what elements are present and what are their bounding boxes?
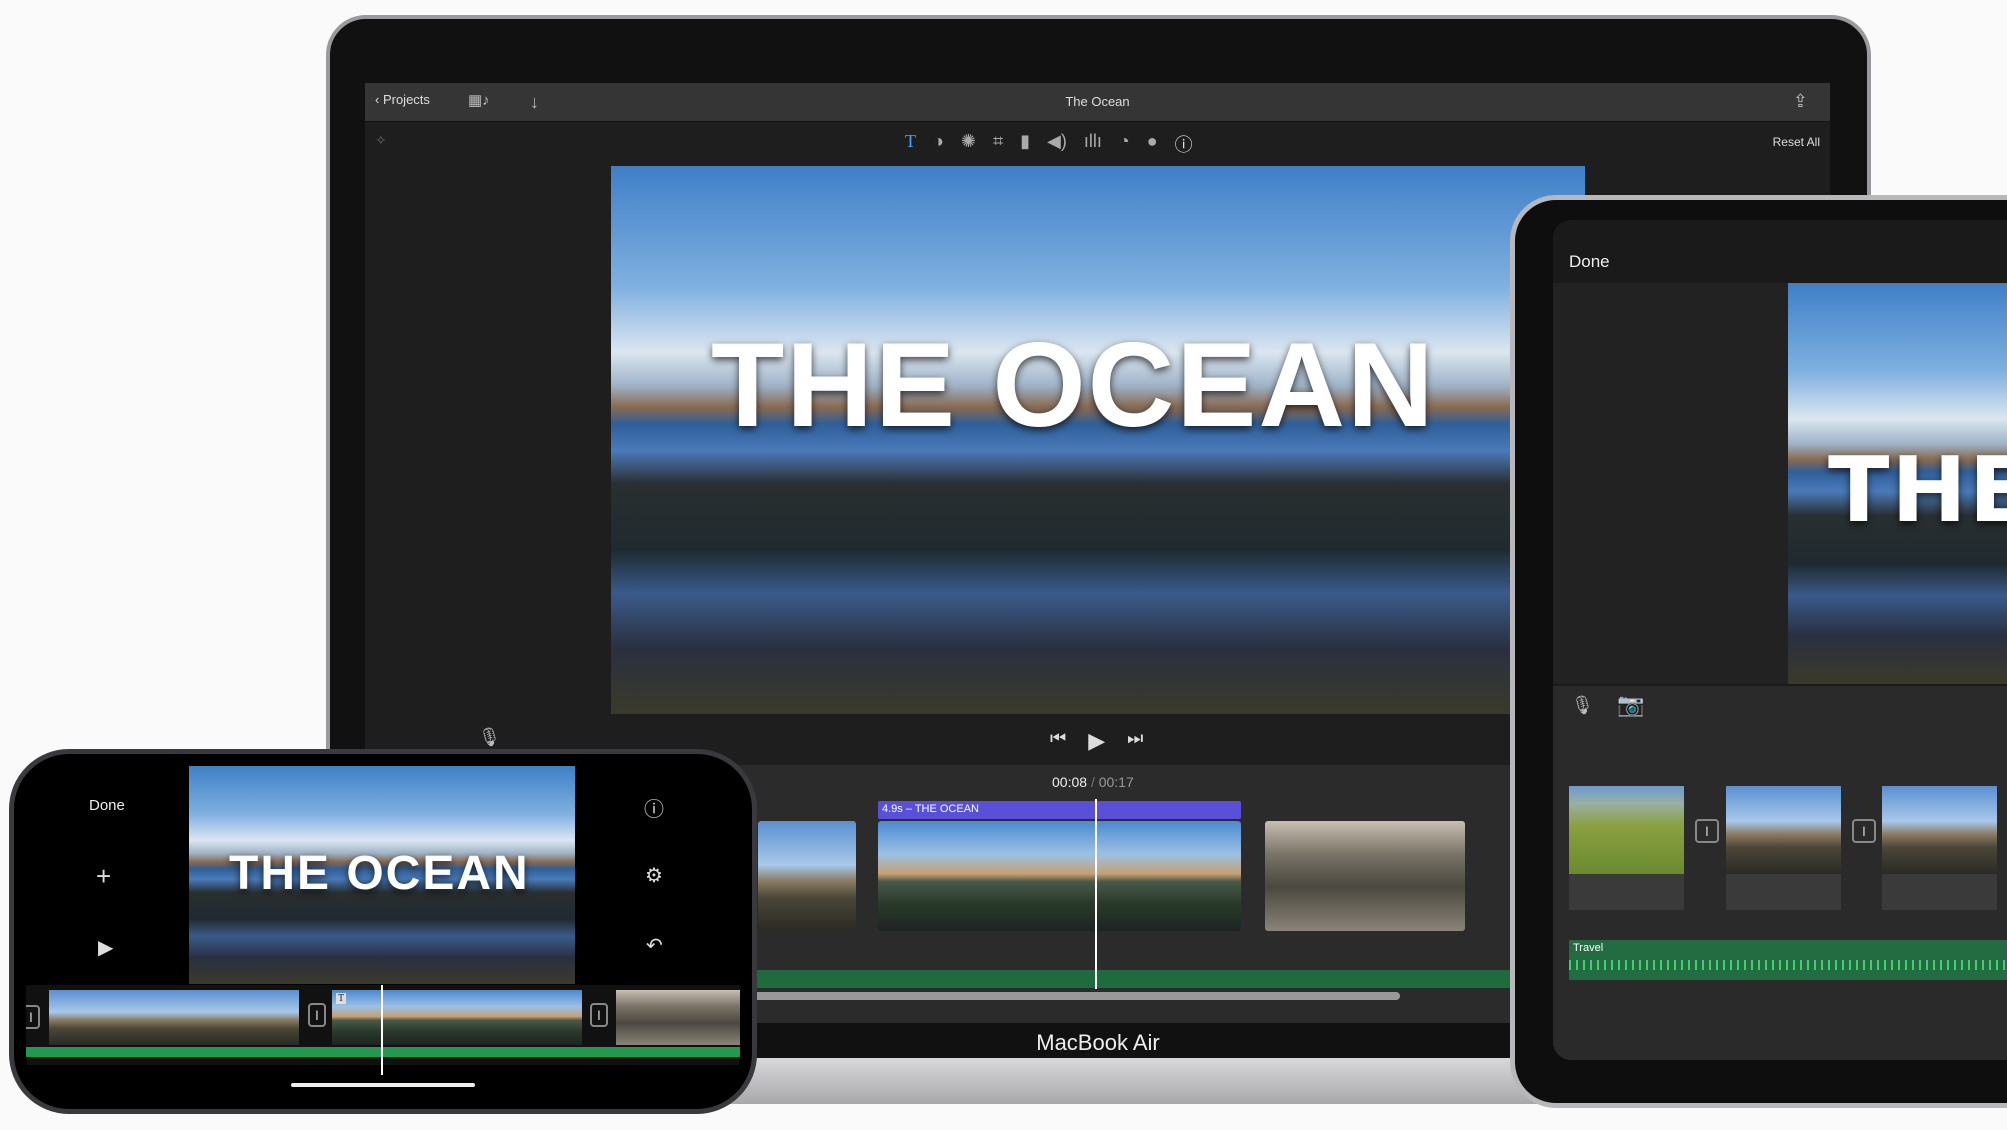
clip-thumbnail[interactable] [1265, 821, 1465, 931]
camera-icon[interactable]: 📷 [1617, 694, 1644, 716]
microphone-icon[interactable]: 🎙 [1571, 696, 1594, 714]
clip-thumbnail[interactable] [758, 821, 856, 931]
play-icon[interactable]: ▶ [1088, 728, 1105, 754]
video-preview: THE OCEAN [611, 166, 1585, 714]
magic-wand-icon[interactable]: ✧ [375, 133, 387, 147]
audio-waveform [1882, 874, 1997, 910]
help-icon[interactable]: ⓘ [644, 793, 664, 822]
audio-track[interactable] [26, 1047, 740, 1057]
transition-handle[interactable]: I [1695, 819, 1719, 843]
settings-icon[interactable]: ⚙ [645, 863, 663, 888]
total-time: 00:17 [1098, 774, 1134, 790]
ipad-timeline: 🎙 📷 I I Travel [1553, 686, 2007, 1060]
preview-title: THE OCEAN [711, 318, 1436, 452]
audio-waveform [1569, 874, 1684, 910]
clip-thumbnail[interactable] [1569, 786, 1684, 874]
clip-thumbnail[interactable] [1882, 786, 1997, 874]
current-time: 00:08 [1052, 774, 1088, 790]
ipad-preview-title: THE [1828, 438, 2007, 543]
speed-icon[interactable]: ◔ [1119, 131, 1130, 157]
stabilization-icon[interactable]: ▮ [1020, 131, 1030, 157]
done-button[interactable]: Done [1569, 252, 1610, 272]
skip-forward-icon[interactable]: ⏭ [1127, 728, 1143, 754]
reset-all-button[interactable]: Reset All [1773, 135, 1820, 149]
volume-icon[interactable]: ◀) [1047, 131, 1067, 157]
adjust-toolbar: T ◑ ✺ ⌗ ▮ ◀) ıllı ◔ ● ⓘ [905, 131, 1193, 157]
music-track-label: Travel [1573, 942, 1604, 954]
ipad-video-preview: THE [1788, 283, 2007, 684]
iphone-screen: Done + ▶ THE OCEAN ⓘ ⚙ ↶ I I T I [26, 765, 740, 1095]
transition-handle[interactable]: I [308, 1003, 326, 1027]
info-icon[interactable]: ⓘ [1175, 131, 1193, 157]
undo-icon[interactable]: ↶ [646, 933, 663, 958]
title-icon[interactable]: T [905, 131, 916, 157]
filter-icon[interactable]: ● [1147, 131, 1158, 157]
equalizer-icon[interactable]: ıllı [1084, 131, 1102, 157]
iphone-preview-title: THE OCEAN [229, 847, 530, 900]
transition-handle[interactable]: I [590, 1003, 608, 1027]
title-bar: ‹ Projects ▦♪ ↓ The Ocean ⇪ [365, 83, 1830, 122]
clip-thumbnail[interactable] [878, 821, 1241, 931]
title-clip-bar[interactable]: 4.9s – THE OCEAN [878, 801, 1241, 819]
clip-thumbnail[interactable] [1726, 786, 1841, 874]
audio-waveform [1726, 874, 1841, 910]
title-icon: T [336, 993, 347, 1004]
ipad-left-panel [1553, 283, 1788, 684]
color-balance-icon[interactable]: ◑ [933, 131, 944, 157]
home-indicator [291, 1083, 475, 1087]
crop-icon[interactable]: ⌗ [993, 131, 1003, 157]
transition-handle[interactable]: I [26, 1005, 40, 1029]
iphone-timeline: I I T I [26, 985, 740, 1075]
add-icon[interactable]: + [96, 861, 111, 892]
iphone-video-preview: THE OCEAN [189, 766, 575, 984]
playhead[interactable] [1095, 799, 1097, 989]
clip-thumbnail[interactable] [616, 990, 740, 1045]
title-clip-label: 4.9s – THE OCEAN [882, 803, 979, 815]
play-icon[interactable]: ▶ [98, 935, 113, 960]
time-separator: / [1090, 774, 1095, 790]
clip-thumbnail[interactable]: T [332, 990, 582, 1045]
ipad-screen: Done THE 🎙 📷 I I Travel [1553, 220, 2007, 1060]
music-track[interactable]: Travel [1569, 940, 2007, 980]
skip-back-icon[interactable]: ⏮ [1050, 728, 1066, 754]
microphone-icon[interactable]: 🎙 [478, 728, 501, 746]
macbook-base [700, 1058, 1600, 1104]
done-button[interactable]: Done [89, 797, 125, 814]
playhead[interactable] [381, 985, 383, 1075]
clip-thumbnail[interactable] [49, 990, 299, 1045]
window-title: The Ocean [1065, 94, 1130, 109]
share-icon[interactable]: ⇪ [1793, 92, 1808, 110]
transition-handle[interactable]: I [1852, 819, 1876, 843]
timecode: 00:08 / 00:17 [1052, 774, 1134, 790]
playback-controls: ⏮ ▶ ⏭ [1050, 728, 1143, 754]
color-correction-icon[interactable]: ✺ [961, 131, 976, 157]
